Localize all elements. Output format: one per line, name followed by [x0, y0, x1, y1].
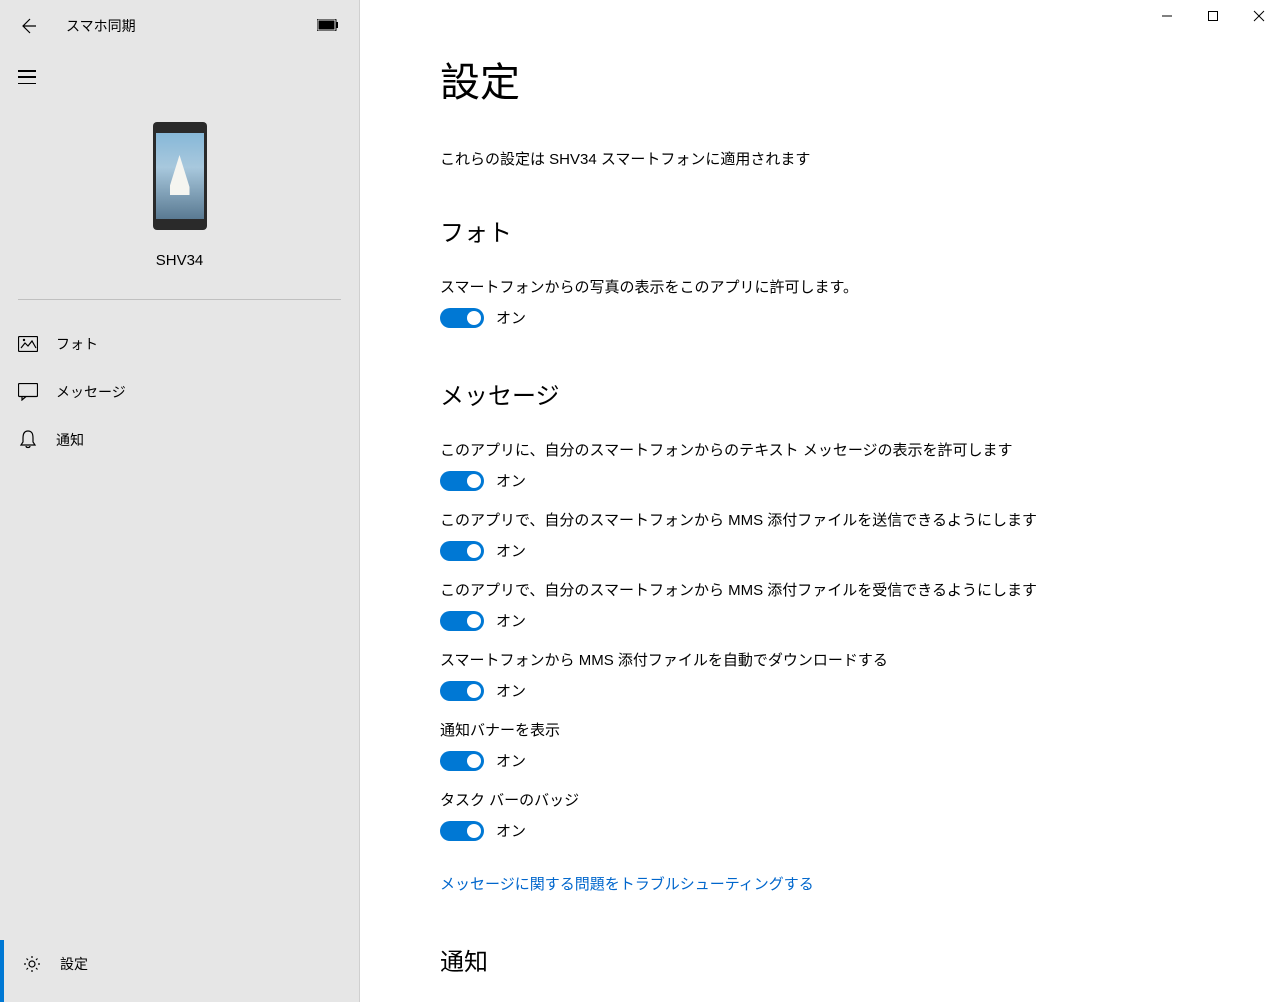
sidebar-item-notification[interactable]: 通知 [0, 416, 359, 464]
section-title: 通知 [440, 942, 1282, 977]
toggle-row: オン [440, 820, 1282, 841]
toggle-state: オン [496, 307, 526, 328]
troubleshoot-link[interactable]: メッセージに関する問題をトラブルシューティングする [440, 873, 814, 894]
section-title: メッセージ [440, 376, 1282, 411]
setting-label: タスク バーのバッジ [440, 789, 1282, 810]
battery-icon [317, 19, 339, 31]
maximize-icon [1207, 10, 1219, 22]
toggle-switch[interactable] [440, 681, 484, 701]
toggle-switch[interactable] [440, 611, 484, 631]
setting-message-show: このアプリに、自分のスマートフォンからのテキスト メッセージの表示を許可します … [440, 439, 1282, 491]
setting-label: このアプリで、自分のスマートフォンから MMS 添付ファイルを送信できるようにし… [440, 509, 1282, 530]
setting-notification-banner: 通知バナーを表示 オン [440, 719, 1282, 771]
toggle-switch[interactable] [440, 308, 484, 328]
sidebar: スマホ同期 SHV34 フォト [0, 0, 360, 1002]
setting-mms-autodownload: スマートフォンから MMS 添付ファイルを自動でダウンロードする オン [440, 649, 1282, 701]
toggle-row: オン [440, 540, 1282, 561]
photo-icon [18, 334, 38, 354]
phone-frame [153, 122, 207, 230]
setting-taskbar-badge: タスク バーのバッジ オン [440, 789, 1282, 841]
toggle-row: オン [440, 610, 1282, 631]
divider [18, 299, 341, 300]
sidebar-header: スマホ同期 [0, 0, 359, 52]
sidebar-item-label: 設定 [60, 954, 88, 974]
close-icon [1253, 10, 1265, 22]
toggle-state: オン [496, 750, 526, 771]
setting-photo-allow: スマートフォンからの写真の表示をこのアプリに許可します。 オン [440, 276, 1282, 328]
minimize-icon [1161, 10, 1173, 22]
phone-name: SHV34 [156, 252, 204, 269]
message-icon [18, 382, 38, 402]
toggle-switch[interactable] [440, 541, 484, 561]
toggle-switch[interactable] [440, 821, 484, 841]
toggle-state: オン [496, 820, 526, 841]
section-message: メッセージ このアプリに、自分のスマートフォンからのテキスト メッセージの表示を… [440, 376, 1282, 894]
gear-icon [22, 954, 42, 974]
toggle-row: オン [440, 470, 1282, 491]
maximize-button[interactable] [1190, 0, 1236, 32]
phone-preview: SHV34 [0, 94, 359, 289]
toggle-state: オン [496, 470, 526, 491]
section-notification: 通知 [440, 942, 1282, 977]
setting-mms-send: このアプリで、自分のスマートフォンから MMS 添付ファイルを送信できるようにし… [440, 509, 1282, 561]
app-title: スマホ同期 [66, 16, 136, 36]
setting-label: このアプリに、自分のスマートフォンからのテキスト メッセージの表示を許可します [440, 439, 1282, 460]
section-photo: フォト スマートフォンからの写真の表示をこのアプリに許可します。 オン [440, 213, 1282, 328]
setting-label: このアプリで、自分のスマートフォンから MMS 添付ファイルを受信できるようにし… [440, 579, 1282, 600]
toggle-state: オン [496, 680, 526, 701]
hamburger-menu[interactable] [0, 52, 359, 94]
toggle-switch[interactable] [440, 751, 484, 771]
toggle-state: オン [496, 610, 526, 631]
sidebar-item-label: 通知 [56, 430, 84, 450]
close-button[interactable] [1236, 0, 1282, 32]
setting-label: 通知バナーを表示 [440, 719, 1282, 740]
section-title: フォト [440, 213, 1282, 248]
toggle-row: オン [440, 750, 1282, 771]
toggle-row: オン [440, 307, 1282, 328]
toggle-state: オン [496, 540, 526, 561]
sidebar-item-message[interactable]: メッセージ [0, 368, 359, 416]
toggle-row: オン [440, 680, 1282, 701]
toggle-switch[interactable] [440, 471, 484, 491]
setting-label: スマートフォンから MMS 添付ファイルを自動でダウンロードする [440, 649, 1282, 670]
main-area: 設定 これらの設定は SHV34 スマートフォンに適用されます フォト スマート… [360, 0, 1282, 1002]
bell-icon [18, 430, 38, 450]
sidebar-item-label: フォト [56, 334, 98, 354]
minimize-button[interactable] [1144, 0, 1190, 32]
window-controls [1144, 0, 1282, 32]
setting-mms-receive: このアプリで、自分のスマートフォンから MMS 添付ファイルを受信できるようにし… [440, 579, 1282, 631]
sidebar-item-label: メッセージ [56, 382, 126, 402]
setting-label: スマートフォンからの写真の表示をこのアプリに許可します。 [440, 276, 1282, 297]
phone-wallpaper [156, 133, 204, 219]
back-button[interactable] [18, 16, 38, 36]
content: 設定 これらの設定は SHV34 スマートフォンに適用されます フォト スマート… [360, 0, 1282, 1002]
page-subtitle: これらの設定は SHV34 スマートフォンに適用されます [440, 148, 1282, 169]
nav-list: フォト メッセージ 通知 [0, 310, 359, 474]
hamburger-icon [18, 70, 36, 84]
sidebar-item-photo[interactable]: フォト [0, 320, 359, 368]
page-title: 設定 [440, 50, 1282, 108]
sidebar-item-settings[interactable]: 設定 [0, 940, 359, 1002]
back-arrow-icon [18, 16, 38, 36]
